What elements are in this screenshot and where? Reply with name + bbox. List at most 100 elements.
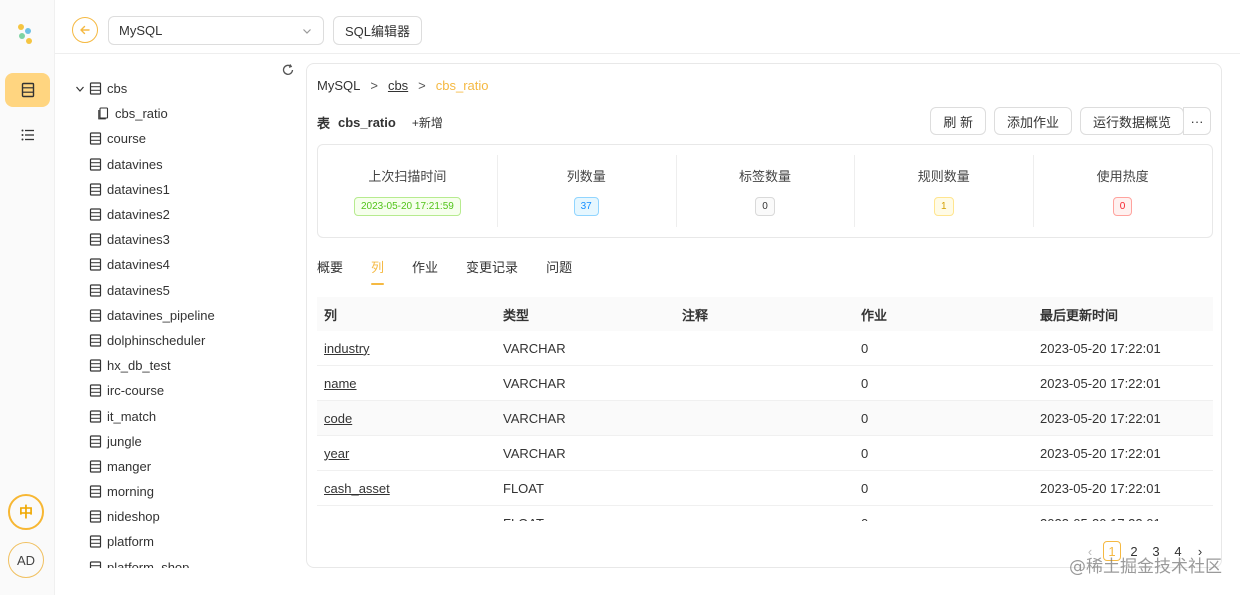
tree-database-item[interactable]: datavines_pipeline bbox=[73, 303, 215, 328]
tree-database-item[interactable]: nideshop bbox=[73, 504, 215, 529]
database-icon bbox=[87, 458, 103, 474]
chevron-down-icon bbox=[303, 28, 311, 34]
chevron-down-icon[interactable] bbox=[73, 84, 87, 94]
nav-list-button[interactable] bbox=[5, 118, 50, 152]
nav-datasource-button[interactable] bbox=[5, 73, 50, 107]
language-switch-button[interactable]: 中 bbox=[8, 494, 44, 530]
column-name-link[interactable]: year bbox=[324, 446, 349, 461]
database-icon bbox=[87, 383, 103, 399]
table-cell: 0 bbox=[861, 480, 869, 496]
database-icon bbox=[21, 82, 34, 98]
stat-column-count: 列数量 37 bbox=[496, 145, 676, 237]
tree-item-label: datavines2 bbox=[107, 207, 170, 223]
tree-database-item[interactable]: course bbox=[73, 126, 215, 151]
tab-columns[interactable]: 列 bbox=[371, 257, 385, 285]
tree-database-item[interactable]: irc-course bbox=[73, 378, 215, 403]
top-bar: MySQL SQL编辑器 bbox=[55, 0, 1240, 54]
table-name: cbs_ratio bbox=[338, 115, 396, 130]
add-tag-button[interactable]: +新增 bbox=[412, 114, 443, 131]
table-cell: 2023-05-20 17:22:01 bbox=[1040, 375, 1161, 391]
stat-label: 标签数量 bbox=[738, 169, 791, 184]
tab-jobs[interactable]: 作业 bbox=[412, 257, 438, 282]
tree-item-label: jungle bbox=[107, 433, 142, 449]
table-row: name VARCHAR 0 2023-05-20 17:22:01 bbox=[317, 366, 1213, 401]
tree-database-item[interactable]: datavines4 bbox=[73, 252, 215, 277]
tree-database-item[interactable]: datavines bbox=[73, 152, 215, 177]
tree-item-label: datavines bbox=[107, 156, 163, 172]
refresh-button[interactable]: 刷 新 bbox=[930, 107, 986, 135]
user-avatar[interactable]: AD bbox=[8, 542, 44, 578]
database-icon bbox=[87, 232, 103, 248]
stat-label: 上次扫描时间 bbox=[368, 169, 447, 184]
database-icon bbox=[87, 156, 103, 172]
column-name-link[interactable]: name bbox=[324, 376, 357, 391]
database-icon bbox=[87, 307, 103, 323]
back-button[interactable] bbox=[72, 17, 98, 43]
tree-database-item[interactable]: datavines3 bbox=[73, 227, 215, 252]
table-cell: 0 bbox=[861, 375, 869, 391]
table-cell: 0 bbox=[861, 410, 869, 426]
refresh-icon[interactable] bbox=[281, 63, 295, 77]
stat-label: 使用热度 bbox=[1096, 169, 1149, 184]
datasource-select[interactable]: MySQL bbox=[108, 16, 324, 45]
stats-card: 上次扫描时间 2023-05-20 17:21:59 列数量 37 标签数量 0… bbox=[317, 144, 1213, 238]
action-bar: 刷 新 添加作业 运行数据概览 ··· bbox=[930, 107, 1211, 135]
tree-item-label: cbs bbox=[107, 81, 128, 97]
tree-database-item[interactable]: datavines5 bbox=[73, 278, 215, 303]
column-header: 作业 bbox=[861, 307, 888, 323]
tree-database-item[interactable]: morning bbox=[73, 479, 215, 504]
stat-value-badge: 37 bbox=[573, 197, 599, 216]
column-name-link[interactable]: industry bbox=[324, 341, 370, 356]
column-name-link[interactable]: code bbox=[324, 411, 352, 426]
run-profile-button[interactable]: 运行数据概览 bbox=[1079, 107, 1184, 135]
datasource-select-value: MySQL bbox=[119, 23, 163, 38]
tree-item-label: datavines5 bbox=[107, 282, 170, 298]
add-job-button[interactable]: 添加作业 bbox=[993, 107, 1072, 135]
chevron-right-icon: > bbox=[418, 78, 426, 93]
table-row: cash_asset FLOAT 0 2023-05-20 17:22:01 bbox=[317, 471, 1213, 506]
tree-database-item[interactable]: cbs bbox=[73, 76, 215, 101]
tree-database-item[interactable]: jungle bbox=[73, 429, 215, 454]
tree-database-item[interactable]: datavines1 bbox=[73, 177, 215, 202]
tree-database-item[interactable]: it_match bbox=[73, 403, 215, 428]
database-icon bbox=[87, 408, 103, 424]
table-body: industry VARCHAR 0 2023-05-20 17:22:01 name V… bbox=[317, 331, 1213, 521]
tree-database-item[interactable]: platform_shop bbox=[73, 555, 215, 568]
database-icon bbox=[87, 559, 103, 568]
tree-item-label: datavines1 bbox=[107, 181, 170, 197]
breadcrumb-db[interactable]: MySQL bbox=[317, 78, 360, 93]
tree-table-item[interactable]: cbs_ratio bbox=[73, 101, 215, 126]
tree-item-label: manger bbox=[107, 458, 152, 474]
tab-issues[interactable]: 问题 bbox=[546, 257, 572, 282]
sql-editor-button[interactable]: SQL编辑器 bbox=[333, 16, 422, 45]
database-icon bbox=[87, 131, 103, 147]
breadcrumb-table: cbs_ratio bbox=[435, 78, 489, 93]
table-cell: VARCHAR bbox=[503, 375, 566, 391]
table-cell: FLOAT bbox=[496, 516, 675, 522]
stat-rule-count: 规则数量 1 bbox=[854, 145, 1033, 237]
arrow-left-icon bbox=[80, 25, 90, 35]
breadcrumb-schema[interactable]: cbs bbox=[388, 78, 408, 93]
tree-database-item[interactable]: hx_db_test bbox=[73, 353, 215, 378]
stat-usage-heat: 使用热度 0 bbox=[1033, 145, 1212, 237]
table-cell: 2023-05-20 17:22:01 bbox=[1040, 410, 1161, 426]
table-cell: VARCHAR bbox=[503, 410, 566, 426]
column-name-link[interactable]: cash_asset bbox=[324, 481, 390, 496]
tree-database-item[interactable]: platform bbox=[73, 529, 215, 554]
database-tree: cbs cbs_ratio course datavines datavines1 dat… bbox=[55, 56, 300, 568]
tree-database-item[interactable]: manger bbox=[73, 454, 215, 479]
stat-label: 列数量 bbox=[566, 169, 606, 184]
table-title-row: 表 cbs_ratio +新增 bbox=[317, 113, 443, 132]
table-row: code VARCHAR 0 2023-05-20 17:22:01 bbox=[317, 401, 1213, 436]
tab-change-log[interactable]: 变更记录 bbox=[466, 257, 518, 282]
tree-database-item[interactable]: dolphinscheduler bbox=[73, 328, 215, 353]
chevron-right-icon: > bbox=[370, 78, 378, 93]
more-actions-button[interactable]: ··· bbox=[1183, 107, 1211, 135]
tree-list: cbs cbs_ratio course datavines datavines1 dat… bbox=[73, 76, 215, 568]
tab-overview[interactable]: 概要 bbox=[317, 257, 343, 282]
database-icon bbox=[87, 484, 103, 500]
tree-item-label: platform_shop bbox=[107, 559, 190, 568]
table-detail-panel: MySQL > cbs > cbs_ratio 表 cbs_ratio +新增 … bbox=[306, 63, 1222, 568]
tree-item-label: dolphinscheduler bbox=[107, 332, 206, 348]
tree-database-item[interactable]: datavines2 bbox=[73, 202, 215, 227]
